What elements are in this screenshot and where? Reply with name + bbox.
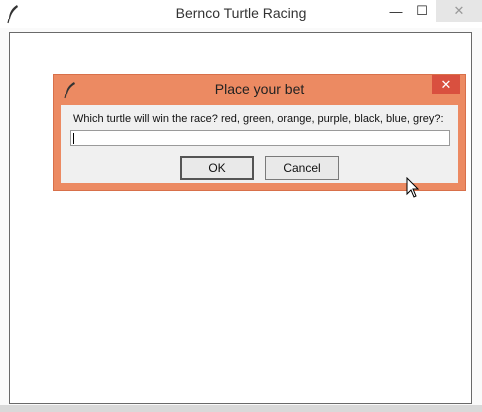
main-titlebar[interactable]: Bernco Turtle Racing — ☐ ✕ <box>0 0 482 28</box>
close-icon: ✕ <box>440 76 452 92</box>
taskbar-edge <box>0 405 482 412</box>
maximize-button[interactable]: ☐ <box>408 0 436 22</box>
close-icon: ✕ <box>453 3 465 18</box>
dialog-close-button[interactable]: ✕ <box>432 75 460 94</box>
close-button[interactable]: ✕ <box>436 0 482 22</box>
prompt-label: Which turtle will win the race? red, gre… <box>73 113 444 125</box>
mouse-cursor-icon <box>406 177 420 198</box>
screen: Bernco Turtle Racing — ☐ ✕ Place your be… <box>0 0 482 412</box>
text-caret <box>73 133 74 144</box>
dialog-titlebar[interactable]: Place your bet ✕ <box>54 75 465 103</box>
bet-dialog: Place your bet ✕ Which turtle will win t… <box>53 74 466 191</box>
minimize-icon: — <box>389 3 403 19</box>
maximize-icon: ☐ <box>416 3 428 18</box>
cancel-button[interactable]: Cancel <box>265 156 339 180</box>
dialog-title: Place your bet <box>214 81 305 97</box>
ok-button[interactable]: OK <box>180 156 254 180</box>
bet-input[interactable] <box>70 130 450 146</box>
minimize-button[interactable]: — <box>382 0 410 22</box>
dialog-body: Which turtle will win the race? red, gre… <box>61 105 458 183</box>
